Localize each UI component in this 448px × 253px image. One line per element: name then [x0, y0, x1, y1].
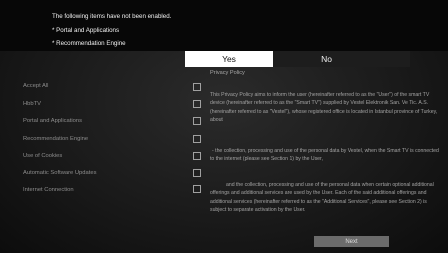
privacy-paragraph: and the collection, processing and use o… — [210, 182, 434, 213]
privacy-policy-title: Privacy Policy — [210, 70, 245, 76]
notice-item-portal: * Portal and Applications — [52, 27, 120, 34]
checkbox-portal-and-applications[interactable] — [193, 117, 201, 125]
option-label-portal-and-applications[interactable]: Portal and Applications — [23, 118, 82, 124]
privacy-settings-screen: The following items have not been enable… — [0, 0, 448, 253]
option-label-automatic-software-updates[interactable]: Automatic Software Updates — [23, 170, 96, 176]
yes-no-selector: Yes No — [185, 51, 410, 67]
yes-button[interactable]: Yes — [185, 51, 273, 67]
notice-item-recommendation: * Recommendation Engine — [52, 40, 126, 47]
privacy-paragraph: This Privacy Policy aims to inform the u… — [210, 92, 438, 123]
checkbox-accept-all[interactable] — [193, 83, 201, 91]
privacy-paragraph: - the collection, processing and use of … — [210, 148, 439, 163]
next-button[interactable]: Next — [314, 236, 389, 247]
option-label-internet-connection[interactable]: Internet Connection — [23, 187, 74, 193]
option-label-use-of-cookies[interactable]: Use of Cookies — [23, 153, 62, 159]
checkbox-use-of-cookies[interactable] — [193, 152, 201, 160]
option-label-accept-all[interactable]: Accept All — [23, 83, 48, 89]
no-button[interactable]: No — [273, 51, 410, 67]
option-label-recommendation-engine[interactable]: Recommendation Engine — [23, 136, 88, 142]
option-label-hbbtv[interactable]: HbbTV — [23, 101, 41, 107]
checkbox-automatic-software-updates[interactable] — [193, 169, 201, 177]
checkbox-recommendation-engine[interactable] — [193, 135, 201, 143]
checkbox-internet-connection[interactable] — [193, 185, 201, 193]
notice-banner: The following items have not been enable… — [0, 0, 448, 51]
notice-heading: The following items have not been enable… — [52, 13, 172, 20]
checkbox-hbbtv[interactable] — [193, 100, 201, 108]
